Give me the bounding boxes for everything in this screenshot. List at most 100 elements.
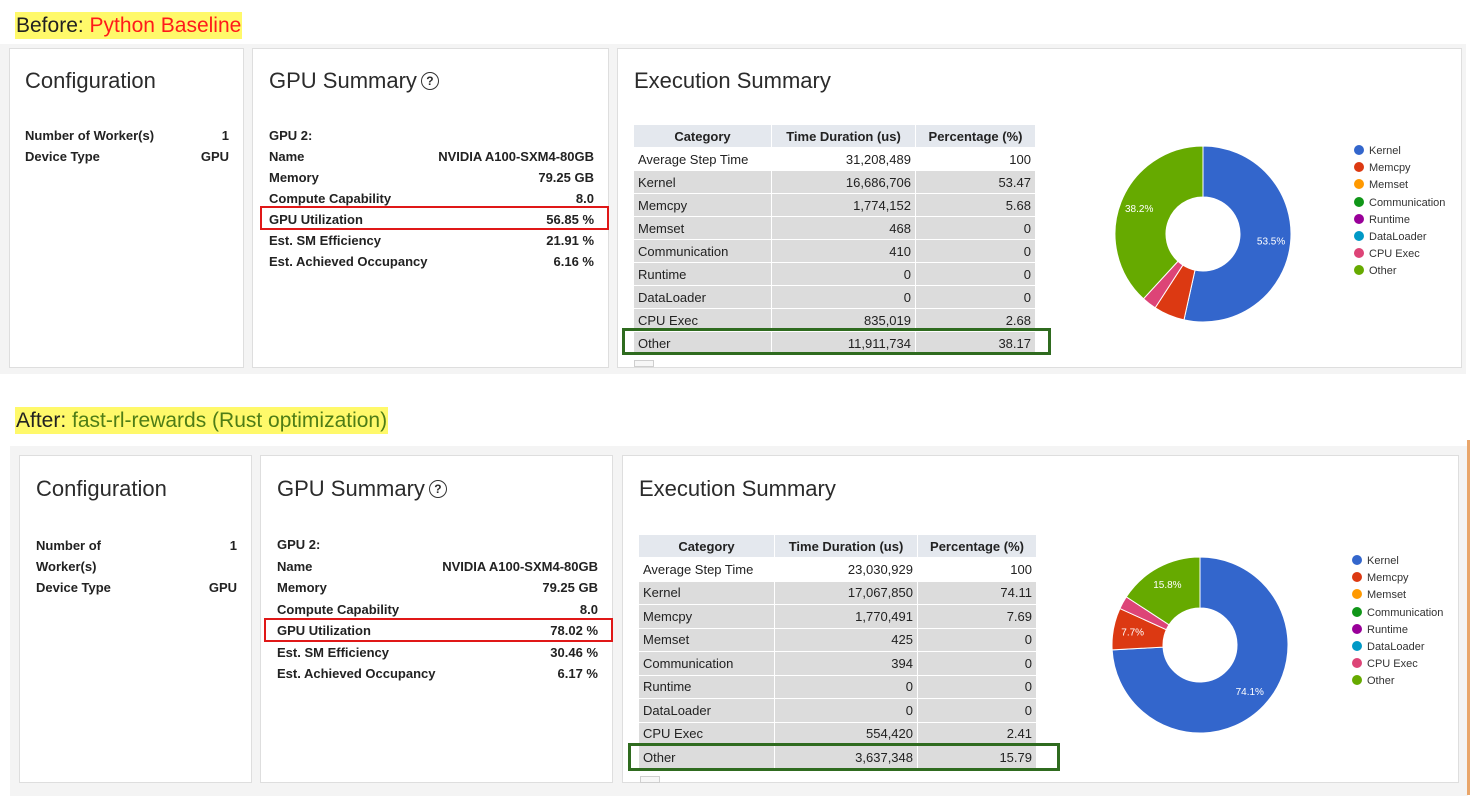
legend-label: Memcpy (1369, 162, 1411, 175)
after-legend-item-memcpy[interactable]: Memcpy (1352, 570, 1443, 587)
execution-summary-title: Execution Summary (639, 476, 836, 501)
after-slice-label-other: 15.8% (1153, 580, 1181, 591)
legend-swatch (1352, 572, 1362, 583)
legend-label: Runtime (1367, 623, 1408, 636)
config-row-workers: Number of Worker(s) 1 (25, 128, 229, 143)
legend-swatch (1352, 555, 1362, 565)
before-other-row-highlight (622, 328, 1051, 355)
gpu-row-memory: Memory 79.25 GB (277, 580, 598, 595)
before-legend-item-cpu-exec[interactable]: CPU Exec (1354, 246, 1445, 263)
legend-label: Kernel (1367, 555, 1399, 567)
after-name: fast-rl-rewards (Rust optimization) (72, 409, 388, 432)
legend-swatch (1354, 145, 1364, 155)
after-prefix: After: (16, 409, 73, 432)
after-chart-legend: Kernel Memcpy Memset Communication Runtime Da… (1352, 553, 1443, 691)
before-legend-item-dataloader[interactable]: DataLoader (1354, 229, 1445, 246)
table-row: Kernel 16,686,706 53.47 (633, 170, 1036, 194)
table-scrollbar[interactable] (634, 360, 654, 367)
legend-label: DataLoader (1367, 640, 1425, 653)
gpu-row-header: GPU 2: (277, 537, 321, 552)
gpu-row-achieved-occupancy: Est. Achieved Occupancy 6.16 % (269, 254, 594, 269)
table-row: Memset 468 0 (633, 216, 1036, 240)
table-row: Memcpy 1,774,152 5.68 (633, 193, 1036, 217)
table-row: CPU Exec 554,420 2.41 (638, 721, 1037, 746)
legend-swatch (1352, 640, 1362, 651)
before-legend-item-kernel[interactable]: Kernel (1354, 143, 1445, 160)
table-header-row: Category Time Duration (us) Percentage (… (633, 124, 1036, 148)
column-header-duration[interactable]: Time Duration (us) (774, 534, 918, 558)
legend-label: CPU Exec (1369, 248, 1420, 261)
table-row: Memset 425 0 (638, 627, 1037, 652)
configuration-title: Configuration (36, 476, 167, 501)
gpu-row-achieved-occupancy: Est. Achieved Occupancy 6.17 % (277, 666, 598, 681)
legend-swatch (1352, 589, 1362, 600)
table-row: DataLoader 0 0 (633, 285, 1036, 309)
before-gpu-utilization-highlight (260, 206, 609, 230)
legend-swatch (1354, 265, 1364, 276)
before-legend-item-memcpy[interactable]: Memcpy (1354, 160, 1445, 177)
gpu-row-sm-efficiency: Est. SM Efficiency 21.91 % (269, 233, 594, 248)
gpu-row-header: GPU 2: (269, 128, 313, 143)
legend-swatch (1354, 248, 1364, 259)
column-header-category[interactable]: Category (638, 534, 775, 558)
table-row: Average Step Time 23,030,929 100 (638, 557, 1037, 582)
legend-swatch (1354, 162, 1364, 173)
after-legend-item-cpu-exec[interactable]: CPU Exec (1352, 656, 1443, 673)
config-row-device-type: Device Type GPU (36, 580, 237, 595)
after-legend-item-communication[interactable]: Communication (1352, 605, 1443, 622)
before-legend-item-memset[interactable]: Memset (1354, 177, 1445, 194)
after-slice-label-kernel: 74.1% (1236, 687, 1264, 698)
after-legend-item-memset[interactable]: Memset (1352, 587, 1443, 604)
column-header-duration[interactable]: Time Duration (us) (771, 124, 916, 148)
gpu-row-compute-capability: Compute Capability 8.0 (277, 602, 598, 617)
after-other-row-highlight (628, 743, 1060, 771)
gpu-row-sm-efficiency: Est. SM Efficiency 30.46 % (277, 645, 598, 660)
after-legend-item-runtime[interactable]: Runtime (1352, 622, 1443, 639)
gpu-summary-title: GPU Summary? (269, 68, 439, 94)
after-section-title: After: fast-rl-rewards (Rust optimizatio… (15, 407, 389, 434)
before-legend-item-other[interactable]: Other (1354, 263, 1445, 280)
legend-label: Other (1367, 675, 1395, 688)
after-pie-chart: 74.1% 7.7% 15.8% (1111, 556, 1289, 734)
legend-swatch (1354, 213, 1364, 224)
right-edge-orange-strip (1467, 440, 1470, 795)
legend-swatch (1354, 230, 1364, 241)
legend-swatch (1352, 658, 1362, 669)
question-circle-icon[interactable]: ? (428, 480, 447, 498)
gpu-row-memory: Memory 79.25 GB (269, 170, 594, 185)
gpu-row-name: Name NVIDIA A100-SXM4-80GB (269, 149, 594, 164)
gpu-row-name: Name NVIDIA A100-SXM4-80GB (277, 559, 598, 574)
legend-label: Other (1369, 265, 1397, 278)
column-header-percentage[interactable]: Percentage (%) (917, 534, 1037, 558)
before-name: Python Baseline (89, 14, 242, 37)
before-pie-chart: 53.5% 38.2% (1114, 145, 1292, 323)
legend-label: Communication (1367, 606, 1444, 619)
before-legend-item-runtime[interactable]: Runtime (1354, 212, 1445, 229)
before-legend-item-communication[interactable]: Communication (1354, 195, 1445, 212)
legend-label: CPU Exec (1367, 658, 1418, 671)
table-row: Communication 394 0 (638, 651, 1037, 676)
config-row-workers: Number of Worker(s) 1 (36, 538, 237, 574)
legend-swatch (1352, 623, 1362, 634)
table-row: Kernel 17,067,850 74.11 (638, 580, 1037, 605)
legend-swatch (1352, 675, 1362, 686)
config-row-device-type: Device Type GPU (25, 149, 229, 164)
question-circle-icon[interactable]: ? (420, 72, 439, 90)
column-header-percentage[interactable]: Percentage (%) (915, 124, 1036, 148)
before-execution-table: Category Time Duration (us) Percentage (… (633, 124, 1036, 355)
legend-label: Memset (1369, 179, 1409, 192)
after-execution-table: Category Time Duration (us) Percentage (… (638, 534, 1037, 770)
before-section-title: Before: Python Baseline (15, 12, 243, 39)
column-header-category[interactable]: Category (633, 124, 772, 148)
execution-summary-title: Execution Summary (634, 68, 831, 93)
legend-swatch (1352, 606, 1362, 617)
after-legend-item-dataloader[interactable]: DataLoader (1352, 639, 1443, 656)
after-gpu-utilization-highlight (264, 618, 613, 642)
table-row: DataLoader 0 0 (638, 698, 1037, 723)
table-row: Communication 410 0 (633, 239, 1036, 263)
after-legend-item-other[interactable]: Other (1352, 673, 1443, 690)
gpu-summary-title: GPU Summary? (277, 476, 447, 502)
table-scrollbar[interactable] (640, 776, 660, 783)
after-legend-item-kernel[interactable]: Kernel (1352, 553, 1443, 570)
legend-swatch (1354, 196, 1364, 207)
